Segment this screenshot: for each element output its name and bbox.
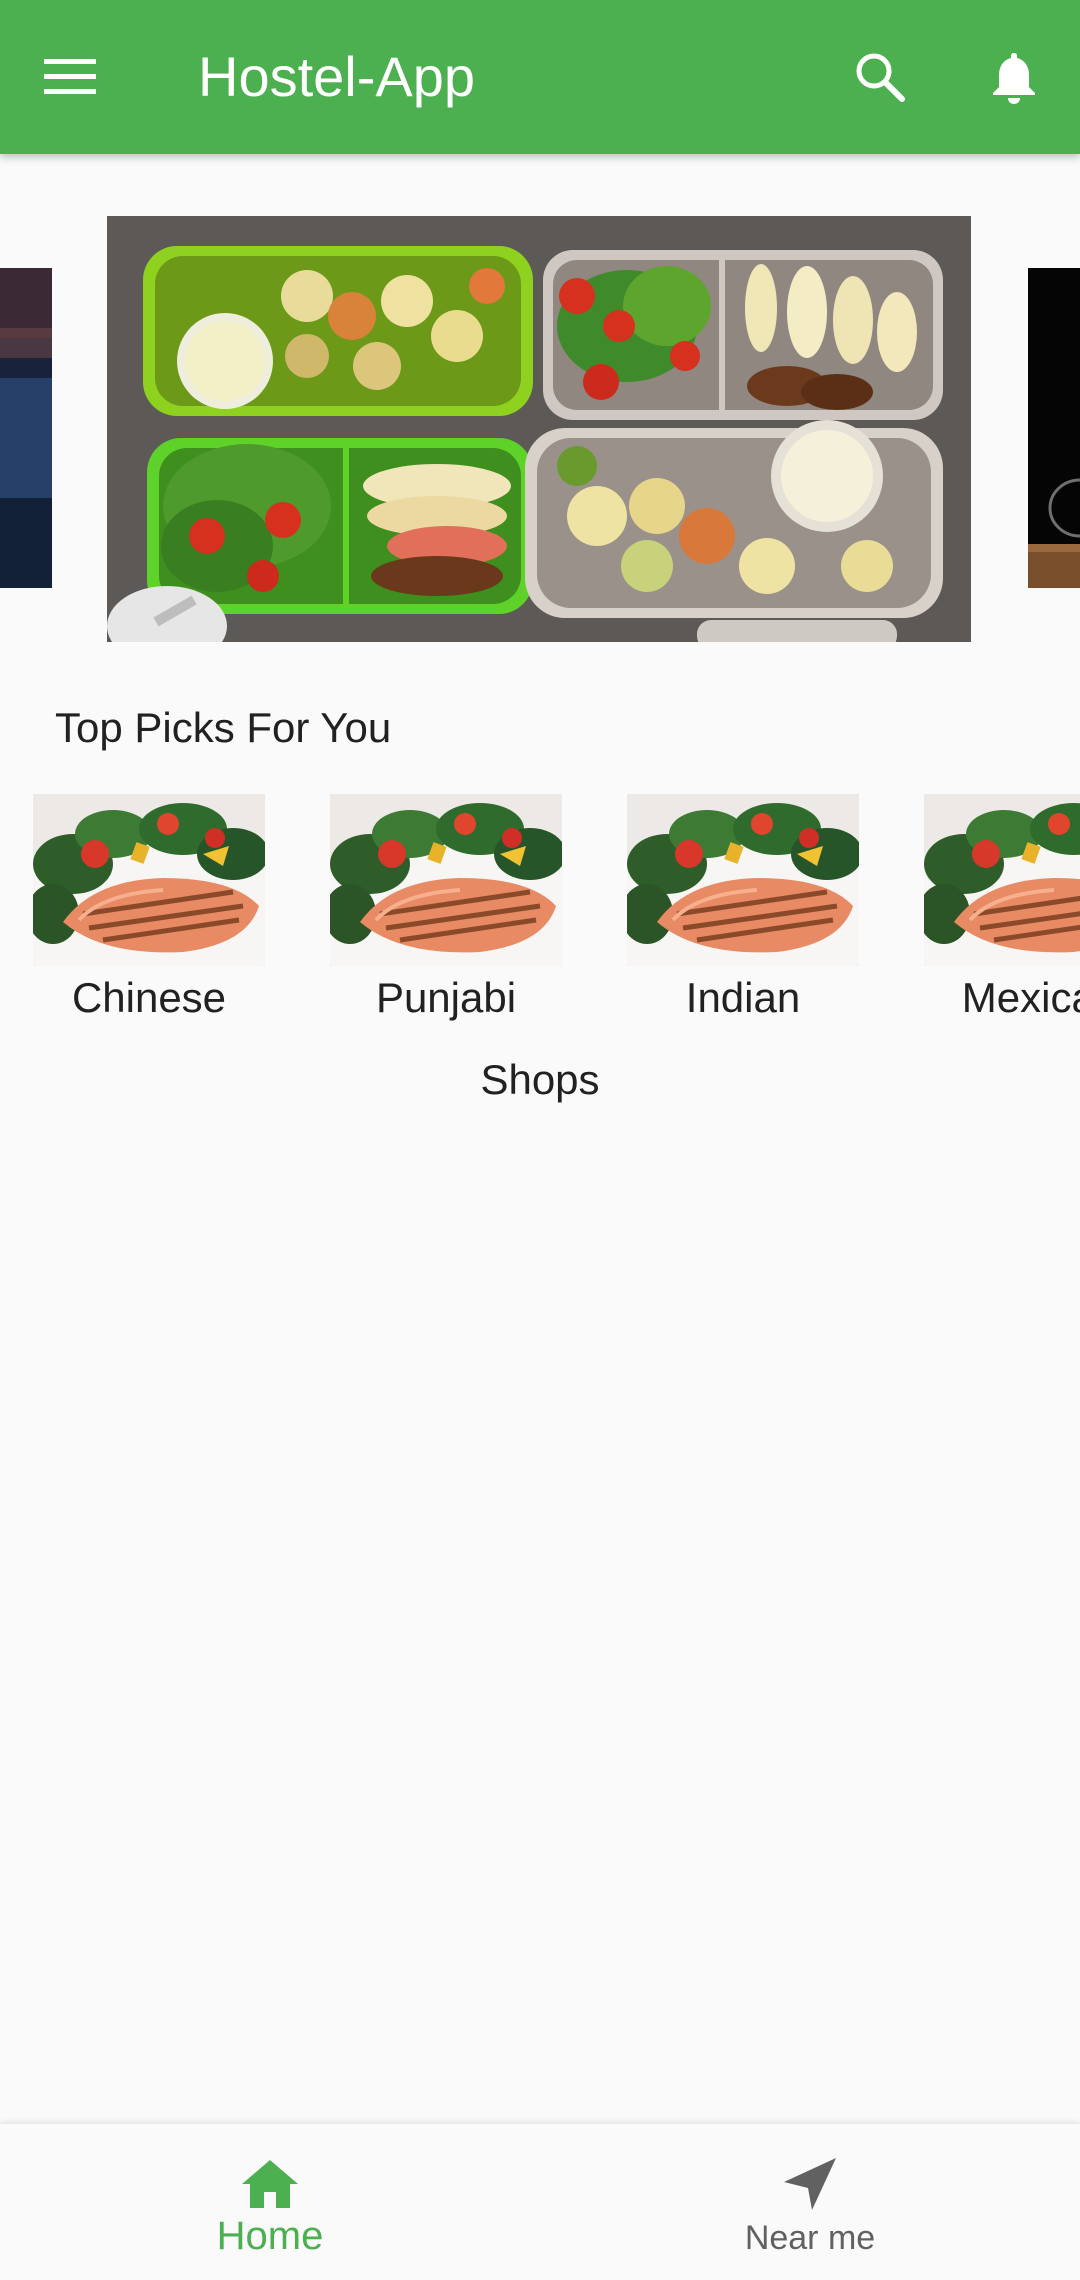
lake-at-dusk-photo: [0, 268, 52, 588]
search-button[interactable]: [840, 37, 920, 117]
image-carousel[interactable]: [0, 154, 1080, 674]
app-title: Hostel-App: [198, 45, 476, 108]
pick-card-mexican[interactable]: Mexican: [924, 794, 1080, 1024]
carousel-slide-previous[interactable]: [0, 268, 52, 588]
pick-label: Punjabi: [375, 974, 517, 1021]
grilled-salmon-salad-photo: [627, 794, 859, 966]
top-picks-list[interactable]: Chinese Punjabi Indian Mexican: [0, 794, 1080, 1024]
carousel-slide-next[interactable]: [1028, 268, 1080, 588]
grilled-salmon-salad-photo: [924, 794, 1080, 966]
carousel-slide-current[interactable]: [107, 216, 971, 642]
search-icon: [856, 53, 905, 102]
grilled-salmon-salad-photo: [33, 794, 265, 966]
pick-label: Indian: [685, 974, 801, 1021]
pick-card-chinese[interactable]: Chinese: [33, 794, 265, 1024]
bell-icon: [993, 53, 1035, 104]
nav-item-home[interactable]: Home: [0, 2124, 540, 2280]
dark-tabletop-photo: [1028, 268, 1080, 588]
lunch-boxes-photo: [107, 216, 971, 642]
top-picks-heading: Top Picks For You: [55, 704, 392, 751]
grilled-salmon-salad-photo: [330, 794, 562, 966]
shops-heading: Shops: [480, 1056, 600, 1103]
notifications-button[interactable]: [974, 37, 1054, 117]
navigation-arrow-icon: [784, 2158, 836, 2210]
pick-label: Chinese: [71, 974, 227, 1021]
menu-button[interactable]: [30, 37, 110, 117]
pick-card-punjabi[interactable]: Punjabi: [330, 794, 562, 1024]
nav-label-near-me: Near me: [744, 2219, 876, 2257]
pick-card-indian[interactable]: Indian: [627, 794, 859, 1024]
bottom-navigation: Home Near me: [0, 2124, 1080, 2280]
menu-icon: [44, 59, 96, 94]
home-icon: [242, 2160, 298, 2208]
pick-label: Mexican: [961, 974, 1080, 1021]
nav-label-home: Home: [216, 2214, 324, 2258]
nav-item-near-me[interactable]: Near me: [540, 2124, 1080, 2280]
app-bar: Hostel-App: [0, 0, 1080, 154]
